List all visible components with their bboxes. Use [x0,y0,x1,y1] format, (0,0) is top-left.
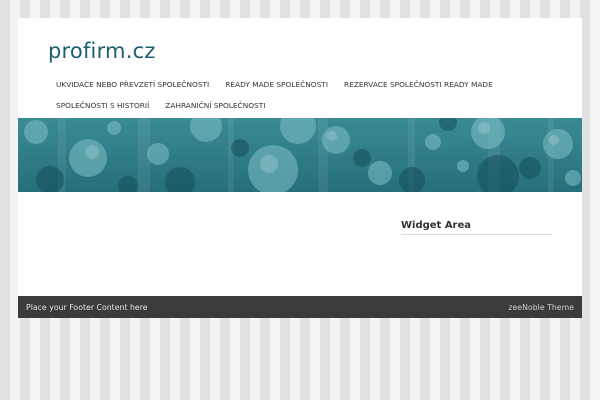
nav-row-1: UKVIDACE NEBO PŘEVZETÍ SPOLEČNOSTI READY… [56,74,576,95]
nav-item-rezervace[interactable]: REZERVACE SPOLEČNOSTI READY MADE [344,80,493,89]
widget-area-title: Widget Area [401,220,472,231]
nav-item-historie[interactable]: SPOLEČNOSTI S HISTORIÍ [56,101,149,110]
footer-bar: Place your Footer Content here zeeNoble … [18,296,582,318]
nav-item-ready-made[interactable]: READY MADE SPOLEČNOSTI [225,80,328,89]
site-title-link[interactable]: profirm.cz [48,39,156,63]
widget-divider [401,234,552,235]
footer-content-text: Place your Footer Content here [26,303,148,312]
nav-item-zahranicni[interactable]: ZAHRANIČNÍ SPOLEČNOSTI [165,101,265,110]
page-container: profirm.cz UKVIDACE NEBO PŘEVZETÍ SPOLEČ… [18,18,582,318]
nav-row-2: SPOLEČNOSTI S HISTORIÍ ZAHRANIČNÍ SPOLEČ… [56,95,576,116]
main-navigation: UKVIDACE NEBO PŘEVZETÍ SPOLEČNOSTI READY… [56,74,576,116]
header-banner-image [18,118,582,192]
footer-theme-credit-link[interactable]: zeeNoble Theme [508,303,574,312]
nav-item-likvidace[interactable]: UKVIDACE NEBO PŘEVZETÍ SPOLEČNOSTI [56,80,209,89]
bubbles-pattern [18,118,582,192]
